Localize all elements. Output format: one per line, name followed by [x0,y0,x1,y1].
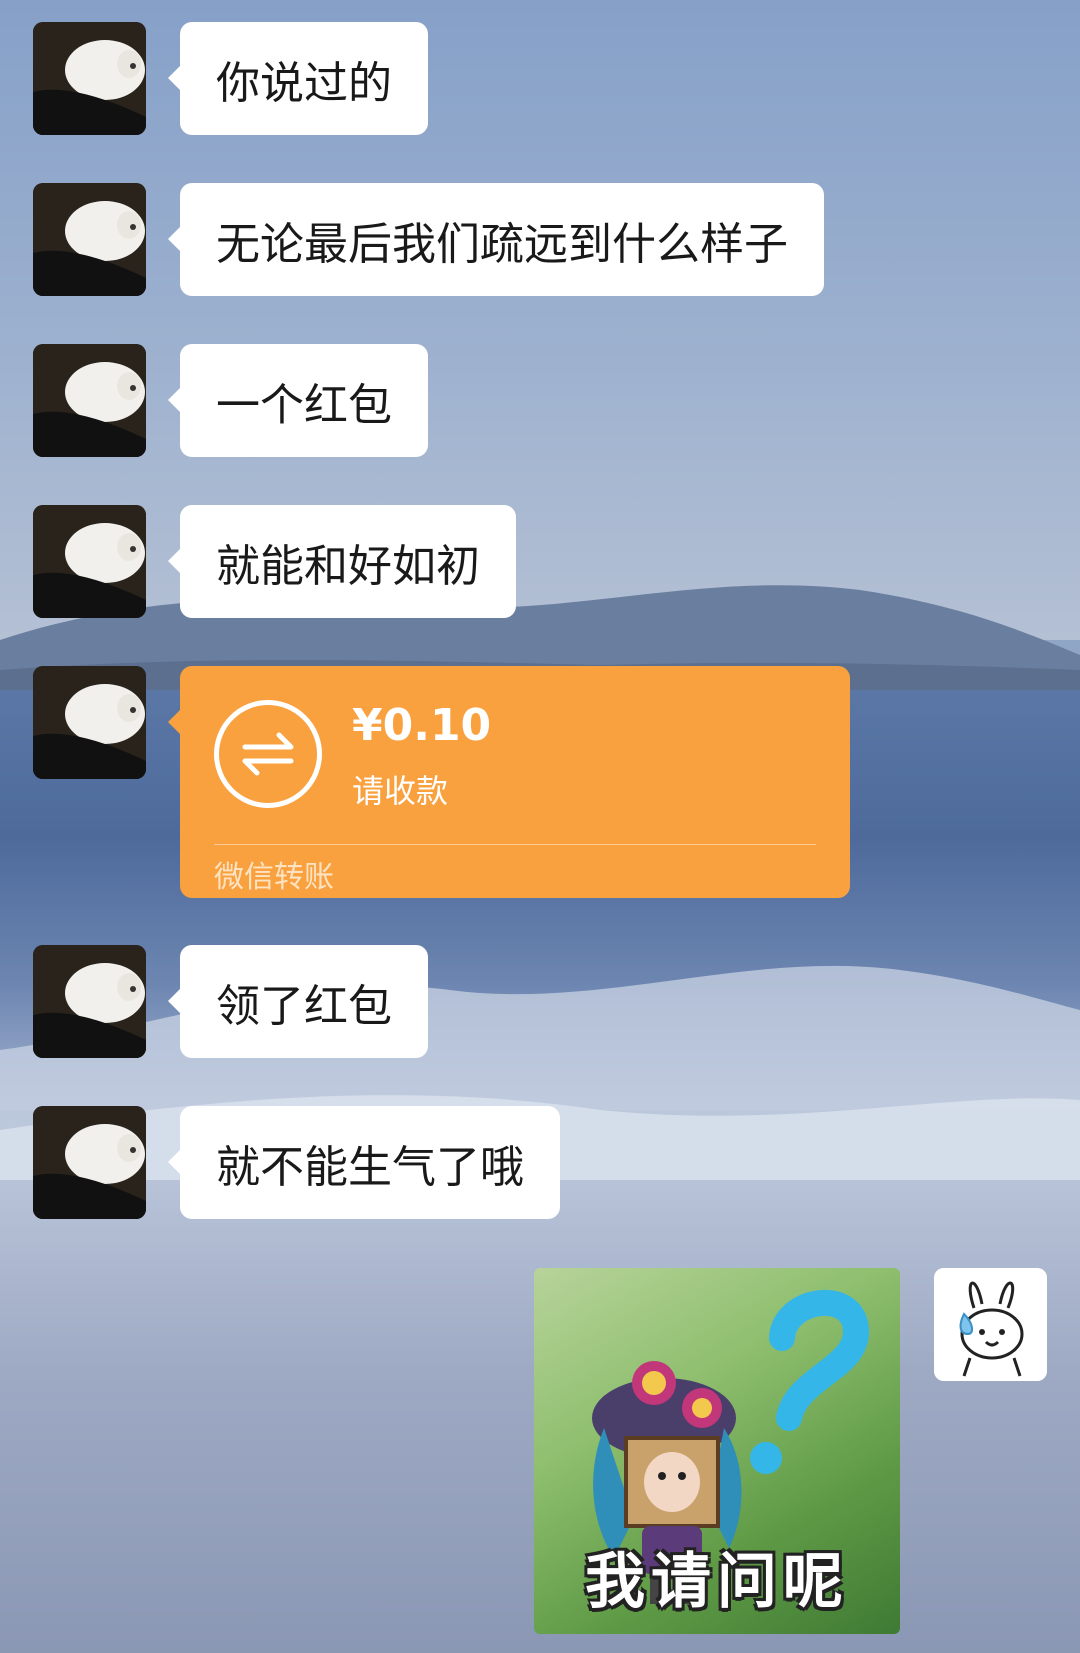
white-cat-avatar[interactable] [33,22,146,135]
message-bubble[interactable]: 就能和好如初 [168,505,516,618]
transfer-amount: ¥0.10 [352,700,492,751]
background-sky [0,0,1080,640]
transfer-card[interactable]: ¥0.10 请收款 微信转账 [168,666,850,898]
sticker-caption: 我请问呢 [585,1547,849,1617]
message-text: 领了红包 [216,980,392,1032]
bunny-sweat-avatar[interactable] [934,1268,1047,1381]
message-bubble[interactable]: 无论最后我们疏远到什么样子 [168,183,824,296]
transfer-status: 请收款 [352,772,449,810]
white-cat-avatar[interactable] [33,666,146,779]
white-cat-avatar[interactable] [33,1106,146,1219]
message-bubble[interactable]: 你说过的 [168,22,428,135]
white-cat-avatar[interactable] [33,344,146,457]
white-cat-avatar[interactable] [33,183,146,296]
white-cat-avatar[interactable] [33,505,146,618]
transfer-label: 微信转账 [214,860,334,895]
message-text: 无论最后我们疏远到什么样子 [216,218,788,270]
message-bubble[interactable]: 一个红包 [168,344,428,457]
message-text: 你说过的 [216,57,392,109]
message-text: 就不能生气了哦 [216,1141,524,1193]
message-text: 一个红包 [216,379,392,431]
message-bubble[interactable]: 领了红包 [168,945,428,1058]
transfer-divider [214,844,816,845]
message-bubble[interactable]: 就不能生气了哦 [168,1106,560,1219]
white-cat-avatar[interactable] [33,945,146,1058]
sticker-message[interactable]: 我请问呢 [534,1268,900,1634]
message-text: 就能和好如初 [216,540,480,592]
question-mark-icon [750,1289,869,1474]
transfer-arrows-icon [214,700,322,808]
